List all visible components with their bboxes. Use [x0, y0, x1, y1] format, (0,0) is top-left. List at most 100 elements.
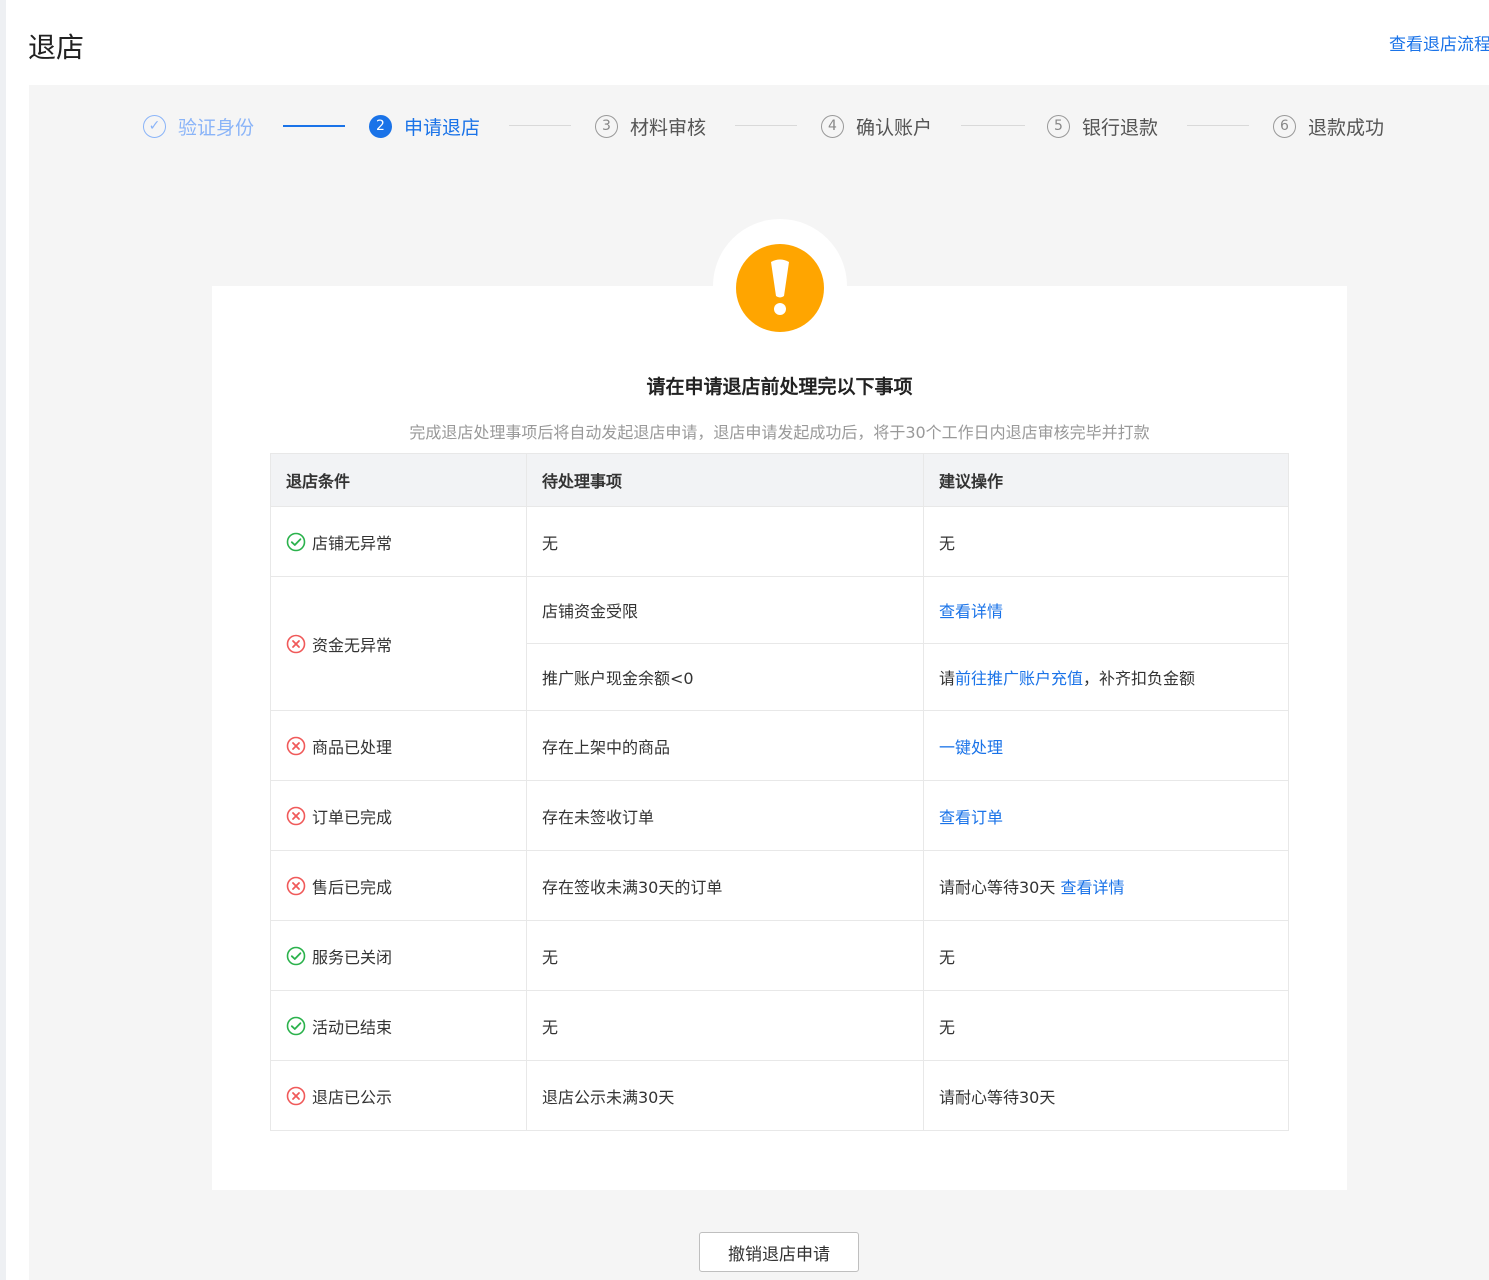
condition-cell: 服务已关闭 — [270, 920, 527, 991]
step-number: 2 — [369, 114, 392, 138]
pending-cell: 无 — [526, 990, 924, 1061]
table-row: 店铺无异常 无无 — [270, 506, 1289, 577]
condition-cell: 资金无异常 — [270, 576, 527, 711]
condition-cell: 商品已处理 — [270, 710, 527, 781]
column-header: 建议操作 — [923, 453, 1289, 507]
action-link[interactable]: 前往推广账户充值 — [955, 669, 1083, 688]
step-connector — [961, 125, 1025, 126]
step-connector — [735, 125, 797, 126]
step-material-review: 3 材料审核 — [595, 113, 706, 139]
condition-label: 退店已公示 — [312, 1087, 393, 1107]
cross-circle-icon — [286, 806, 306, 825]
table-row: 订单已完成 存在未签收订单 查看订单 — [270, 780, 1289, 851]
left-sidebar-edge — [0, 0, 6, 1280]
action-text: ，补齐扣负金额 — [1083, 669, 1196, 688]
action-link[interactable]: 查看详情 — [939, 602, 1003, 621]
condition-cell: 订单已完成 — [270, 780, 527, 851]
check-icon: ✓ — [143, 114, 166, 138]
action-cell: 查看订单 — [923, 780, 1289, 851]
check-circle-icon — [286, 532, 306, 551]
action-link[interactable]: 查看订单 — [939, 808, 1003, 827]
step-number: 6 — [1273, 114, 1296, 138]
condition-label: 店铺无异常 — [312, 533, 393, 553]
pending-cell: 存在上架中的商品 — [526, 710, 924, 781]
main-panel: ✓ 验证身份 2 申请退店 3 材料审核 4 确认账户 5 银行退款 6 退款成… — [29, 85, 1489, 1280]
table-row: 资金无异常 店铺资金受限 查看详情 — [270, 576, 1289, 711]
condition-label: 活动已结束 — [312, 1017, 393, 1037]
step-label: 银行退款 — [1082, 116, 1159, 139]
cancel-application-button[interactable]: 撤销退店申请 — [699, 1232, 859, 1272]
check-circle-icon — [286, 1016, 306, 1035]
action-text: 请 — [939, 669, 956, 688]
cross-circle-icon — [286, 876, 306, 895]
action-text: 无 — [939, 947, 956, 967]
action-cell: 请耐心等待30天 — [923, 1060, 1289, 1131]
view-flow-link[interactable]: 查看退店流程 — [1389, 30, 1489, 55]
table-row: 商品已处理 存在上架中的商品 一键处理 — [270, 710, 1289, 781]
step-label: 退款成功 — [1308, 116, 1385, 139]
step-connector — [283, 125, 345, 127]
action-text: 请耐心等待30天 — [939, 877, 1061, 897]
column-header: 退店条件 — [270, 453, 527, 507]
table-header-row: 退店条件 待处理事项 建议操作 — [270, 453, 1289, 507]
condition-cell: 退店已公示 — [270, 1060, 527, 1131]
cross-circle-icon — [286, 634, 306, 653]
condition-cell: 活动已结束 — [270, 990, 527, 1061]
notice-subtitle: 完成退店处理事项后将自动发起退店申请，退店申请发起成功后，将于30个工作日内退店… — [409, 423, 1150, 442]
pending-cell: 存在未签收订单 — [526, 780, 924, 851]
condition-label: 订单已完成 — [312, 807, 393, 827]
step-label: 材料审核 — [630, 116, 707, 139]
action-text: 无 — [939, 533, 956, 553]
condition-label: 服务已关闭 — [312, 947, 393, 967]
pending-cell: 存在签收未满30天的订单 — [526, 850, 924, 921]
check-circle-icon — [286, 946, 306, 965]
pending-cell: 无 — [526, 506, 924, 577]
condition-label: 售后已完成 — [312, 877, 393, 897]
action-cell: 请耐心等待30天 查看详情 — [923, 850, 1289, 921]
action-link[interactable]: 一键处理 — [939, 738, 1003, 757]
column-header: 待处理事项 — [526, 453, 924, 507]
table-row: 退店已公示 退店公示未满30天 请耐心等待30天 — [270, 1060, 1289, 1131]
cross-circle-icon — [286, 1086, 306, 1105]
step-connector — [1187, 125, 1249, 126]
action-text: 请耐心等待30天 — [939, 1087, 1056, 1107]
notice-card: 请在申请退店前处理完以下事项 完成退店处理事项后将自动发起退店申请，退店申请发起… — [212, 286, 1347, 1190]
pending-cell: 无 — [526, 920, 924, 991]
conditions-table: 退店条件 待处理事项 建议操作 店铺无异常无无资金无异常 店铺资金受限 查看详情 推广… — [270, 453, 1289, 1131]
action-cell: 无 — [923, 506, 1289, 577]
cross-circle-icon — [286, 736, 306, 755]
step-apply-close: 2 申请退店 — [369, 113, 480, 139]
step-connector — [509, 125, 571, 126]
pending-cell: 推广账户现金余额<0 — [526, 643, 924, 711]
step-bank-refund: 5 银行退款 — [1047, 113, 1158, 139]
step-verify-identity: ✓ 验证身份 — [143, 113, 254, 139]
action-cell: 一键处理 — [923, 710, 1289, 781]
warning-icon — [736, 244, 824, 332]
action-cell: 无 — [923, 920, 1289, 991]
pending-cell: 退店公示未满30天 — [526, 1060, 924, 1131]
action-cell: 无 — [923, 990, 1289, 1061]
pending-cell: 店铺资金受限 — [526, 576, 924, 644]
step-refund-success: 6 退款成功 — [1273, 113, 1384, 139]
condition-cell: 售后已完成 — [270, 850, 527, 921]
step-label: 验证身份 — [178, 116, 255, 139]
action-link[interactable]: 查看详情 — [1060, 878, 1124, 897]
action-text: 无 — [939, 1017, 956, 1037]
step-number: 3 — [595, 114, 618, 138]
condition-label: 商品已处理 — [312, 737, 393, 757]
step-number: 5 — [1047, 114, 1070, 138]
notice-title: 请在申请退店前处理完以下事项 — [646, 376, 913, 398]
step-label: 确认账户 — [856, 116, 933, 139]
step-confirm-account: 4 确认账户 — [821, 113, 932, 139]
table-body: 店铺无异常无无资金无异常 店铺资金受限 查看详情 推广账户现金余额<0 请前往推广账户充… — [270, 506, 1289, 1131]
action-cell: 请前往推广账户充值，补齐扣负金额 — [923, 643, 1289, 711]
condition-label: 资金无异常 — [312, 635, 393, 655]
step-number: 4 — [821, 114, 844, 138]
page-title: 退店 — [28, 31, 85, 64]
action-cell: 查看详情 — [923, 576, 1289, 644]
condition-cell: 店铺无异常 — [270, 506, 527, 577]
table-row: 售后已完成 存在签收未满30天的订单 请耐心等待30天 查看详情 — [270, 850, 1289, 921]
step-label: 申请退店 — [404, 116, 481, 139]
table-row: 活动已结束 无无 — [270, 990, 1289, 1061]
table-row: 服务已关闭 无无 — [270, 920, 1289, 991]
